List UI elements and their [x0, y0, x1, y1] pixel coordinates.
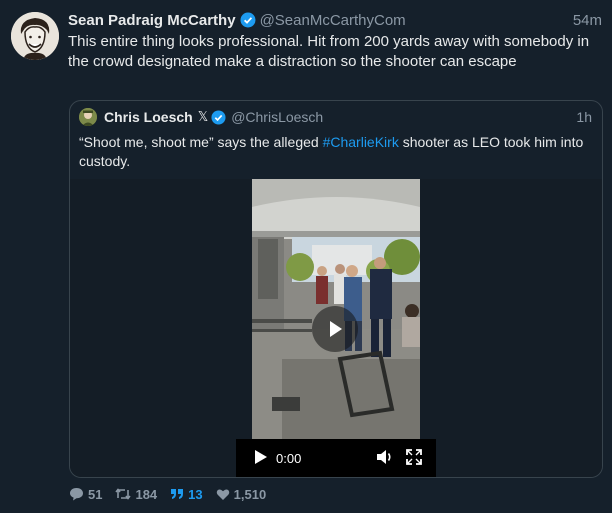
author-name[interactable]: Sean Padraig McCarthy: [68, 12, 236, 29]
volume-icon: [377, 449, 391, 464]
reply-count: 51: [88, 486, 103, 502]
verified-badge-icon: [211, 109, 226, 125]
play-overlay-button[interactable]: [312, 306, 358, 352]
quoted-text-before: “Shoot me, shoot me” says the alleged: [79, 134, 323, 150]
quoted-author-handle[interactable]: @ChrisLoesch: [231, 109, 323, 125]
retweet-icon: [115, 488, 132, 500]
heart-icon: [216, 489, 229, 500]
quote-count: 13: [188, 486, 203, 502]
video-controls: 0:00: [236, 439, 436, 477]
author-handle[interactable]: @SeanMcCarthyCom: [260, 12, 406, 29]
tweet-text: This entire thing looks professional. Hi…: [68, 33, 590, 70]
like-count: 1,510: [233, 486, 267, 502]
quoted-author-name[interactable]: Chris Loesch: [104, 109, 193, 125]
quote-tweets-button[interactable]: 13: [170, 486, 203, 502]
quoted-tweet-time[interactable]: 1h: [576, 109, 592, 125]
retweet-count: 184: [135, 486, 158, 502]
play-button[interactable]: [254, 449, 268, 468]
quoted-tweet-header: Chris Loesch 𝕏 @ChrisLoesch 1h: [79, 107, 592, 127]
tweet-header: Sean Padraig McCarthy @SeanMcCarthyCom 5…: [68, 10, 602, 30]
retweet-button[interactable]: 184: [115, 487, 157, 502]
play-icon: [255, 449, 267, 464]
fullscreen-icon: [406, 448, 422, 465]
verified-badge-icon: [240, 12, 256, 28]
volume-button[interactable]: [376, 449, 394, 468]
hashtag-link[interactable]: #CharlieKirk: [323, 134, 399, 150]
quoted-tweet[interactable]: Chris Loesch 𝕏 @ChrisLoesch 1h “Shoot me…: [69, 100, 603, 478]
video-time: 0:00: [276, 450, 302, 466]
fullscreen-button[interactable]: [406, 448, 422, 468]
quoted-tweet-text: “Shoot me, shoot me” says the alleged #C…: [79, 133, 594, 171]
tweet-actions: 51 184 13 1,510: [69, 486, 279, 502]
reply-icon: [70, 488, 83, 501]
quoted-author-avatar[interactable]: [79, 108, 97, 126]
video-player[interactable]: 0:00: [70, 179, 602, 477]
like-button[interactable]: 1,510: [216, 486, 267, 502]
quote-icon: [171, 489, 184, 499]
play-icon: [330, 321, 342, 337]
reply-button[interactable]: 51: [69, 487, 102, 502]
x-logo-icon: 𝕏: [197, 109, 209, 124]
author-avatar[interactable]: [11, 12, 59, 60]
tweet-time[interactable]: 54m: [573, 12, 602, 29]
